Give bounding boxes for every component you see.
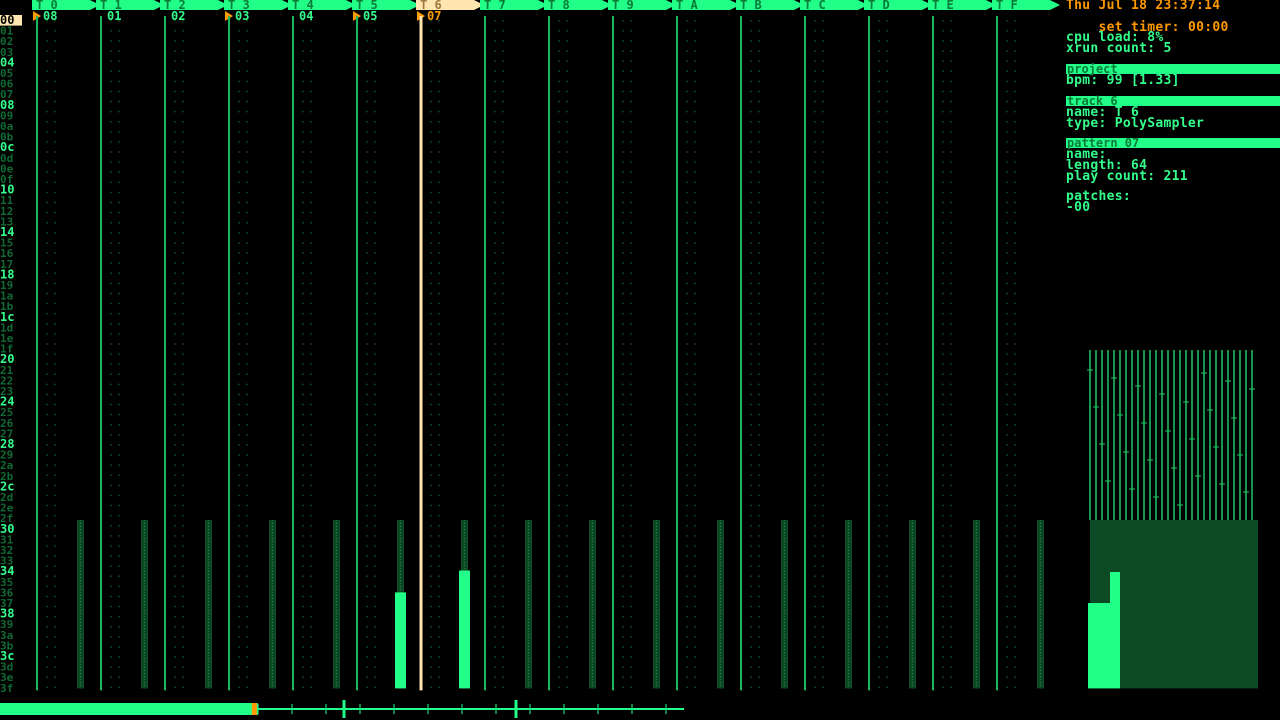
row-number[interactable]: 3f	[0, 682, 13, 695]
xrun-count: xrun count: 5	[1066, 41, 1172, 56]
track-label-10: T A	[676, 0, 698, 12]
track-label-12: T C	[804, 0, 826, 12]
track-meter-level-6	[459, 570, 470, 689]
track-label-8: T 8	[548, 0, 570, 12]
track-label-11: T B	[740, 0, 762, 12]
track-meter-level-5	[395, 592, 406, 689]
mixer-level-left	[1088, 603, 1110, 689]
track-label-9: T 9	[612, 0, 634, 12]
patches-value[interactable]: -00	[1066, 201, 1090, 214]
mixer-level-right	[1110, 572, 1120, 689]
project-bpm[interactable]: bpm: 99 [1.33]	[1066, 74, 1180, 87]
track-label-15: T F	[996, 0, 1018, 12]
pattern-play-count: play count: 211	[1066, 169, 1188, 184]
track-label-13: T D	[868, 0, 890, 12]
track-type: type: PolySampler	[1066, 116, 1205, 131]
song-position-marker[interactable]	[251, 703, 257, 715]
set-timer-value: 00:00	[1187, 20, 1229, 35]
datetime: Thu Jul 18 23:37:14	[1066, 0, 1221, 13]
track-label-7: T 7	[484, 0, 506, 12]
track-label-14: T E	[932, 0, 954, 12]
info-panel: Thu Jul 18 23:37:14 set timer: 00:00 cpu…	[1066, 0, 1280, 215]
